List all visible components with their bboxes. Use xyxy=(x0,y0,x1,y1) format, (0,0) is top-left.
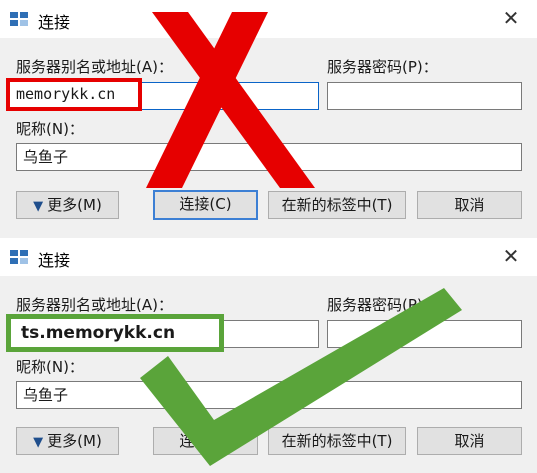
connect-button[interactable]: 连接(C) xyxy=(153,190,258,220)
password-input[interactable] xyxy=(327,82,522,110)
nickname-input[interactable]: 乌鱼子 xyxy=(16,143,522,171)
nickname-label: 昵称(N)： xyxy=(16,120,84,138)
close-icon[interactable]: ✕ xyxy=(499,6,523,30)
connect-dialog-2: 连接 ✕ 服务器别名或地址(A)： 服务器密码(P)： 昵称(N)： 乌鱼子 ▼… xyxy=(0,238,537,473)
triangle-down-icon: ▼ xyxy=(33,435,44,450)
password-label: 服务器密码(P)： xyxy=(327,296,438,314)
more-button-label: 更多(M) xyxy=(47,196,102,214)
nickname-label: 昵称(N)： xyxy=(16,358,84,376)
window-title: 连接 xyxy=(38,13,71,32)
app-icon xyxy=(10,250,28,264)
cancel-button[interactable]: 取消 xyxy=(417,191,522,219)
more-button[interactable]: ▼ 更多(M) xyxy=(16,191,119,219)
password-input[interactable] xyxy=(327,320,522,348)
correct-address-highlight: ts.memorykk.cn xyxy=(6,314,224,352)
close-icon[interactable]: ✕ xyxy=(499,244,523,268)
title-bar: 连接 ✕ xyxy=(0,238,537,276)
wrong-address-highlight: memorykk.cn xyxy=(6,78,142,111)
alias-label: 服务器别名或地址(A)： xyxy=(16,58,173,76)
app-icon xyxy=(10,12,28,26)
triangle-down-icon: ▼ xyxy=(33,199,44,214)
more-button-label: 更多(M) xyxy=(47,432,102,450)
alias-label: 服务器别名或地址(A)： xyxy=(16,296,173,314)
title-bar: 连接 ✕ xyxy=(0,0,537,38)
nickname-input[interactable]: 乌鱼子 xyxy=(16,381,522,409)
more-button[interactable]: ▼ 更多(M) xyxy=(16,427,119,455)
connect-button[interactable]: 连接(C) xyxy=(153,427,258,455)
new-tab-button[interactable]: 在新的标签中(T) xyxy=(268,191,406,219)
new-tab-button[interactable]: 在新的标签中(T) xyxy=(268,427,406,455)
password-label: 服务器密码(P)： xyxy=(327,58,438,76)
connect-dialog-1: 连接 ✕ 服务器别名或地址(A)： 服务器密码(P)： 昵称(N)： 乌鱼子 ▼… xyxy=(0,0,537,235)
window-title: 连接 xyxy=(38,251,71,270)
cancel-button[interactable]: 取消 xyxy=(417,427,522,455)
